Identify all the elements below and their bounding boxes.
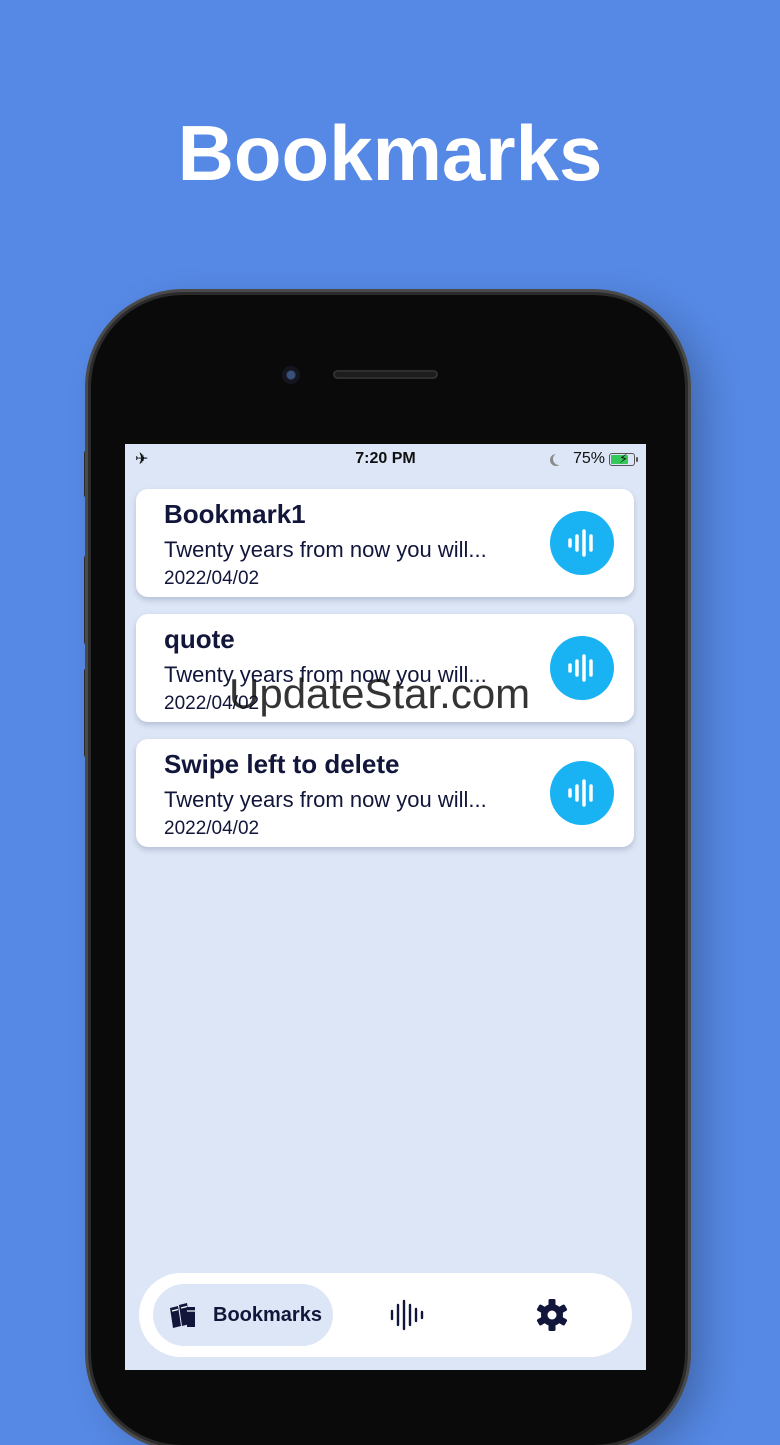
gear-icon: [536, 1299, 568, 1331]
tab-bookmarks-label: Bookmarks: [213, 1303, 322, 1326]
bookmark-date: 2022/04/02: [164, 818, 260, 839]
bookmark-card[interactable]: Swipe left to delete Twenty years from n…: [136, 739, 634, 847]
bookmark-preview: Twenty years from now you will...: [164, 537, 487, 562]
bookmark-title: Bookmark1: [164, 499, 306, 529]
waveform-icon: [568, 779, 593, 807]
bookmark-date: 2022/04/02: [164, 568, 260, 589]
waveform-icon: [390, 1299, 424, 1331]
bookmark-card[interactable]: Bookmark1 Twenty years from now you will…: [136, 489, 634, 597]
bookmark-preview: Twenty years from now you will...: [164, 787, 487, 812]
bookmark-title: Swipe left to delete: [164, 749, 400, 779]
battery-charging-icon: ⚡: [609, 451, 635, 466]
front-camera: [282, 366, 300, 384]
tab-bookmarks[interactable]: Bookmarks: [153, 1284, 333, 1346]
play-audio-button[interactable]: [550, 511, 614, 575]
battery-percentage: 75%: [572, 450, 605, 467]
status-indicators: 75% ⚡: [553, 450, 638, 468]
tab-player[interactable]: [389, 1298, 427, 1337]
waveform-icon: [568, 654, 593, 682]
waveform-icon: [568, 529, 593, 557]
play-audio-button[interactable]: [550, 636, 614, 700]
play-audio-button[interactable]: [550, 761, 614, 825]
page-headline: Bookmarks: [177, 109, 603, 197]
bottom-tab-bar: Bookmarks: [139, 1273, 632, 1357]
earpiece-speaker: [333, 370, 438, 379]
books-icon: [170, 1303, 195, 1328]
moon-icon: [553, 453, 565, 465]
bookmark-title: quote: [164, 624, 235, 654]
status-bar: ✈ 7:20 PM 75% ⚡: [125, 444, 646, 474]
watermark-text: UpdateStar.com: [229, 670, 531, 717]
app-screen: ✈ 7:20 PM 75% ⚡ Bookmark1 Twenty years f…: [125, 444, 646, 1370]
tab-settings[interactable]: [535, 1298, 569, 1337]
